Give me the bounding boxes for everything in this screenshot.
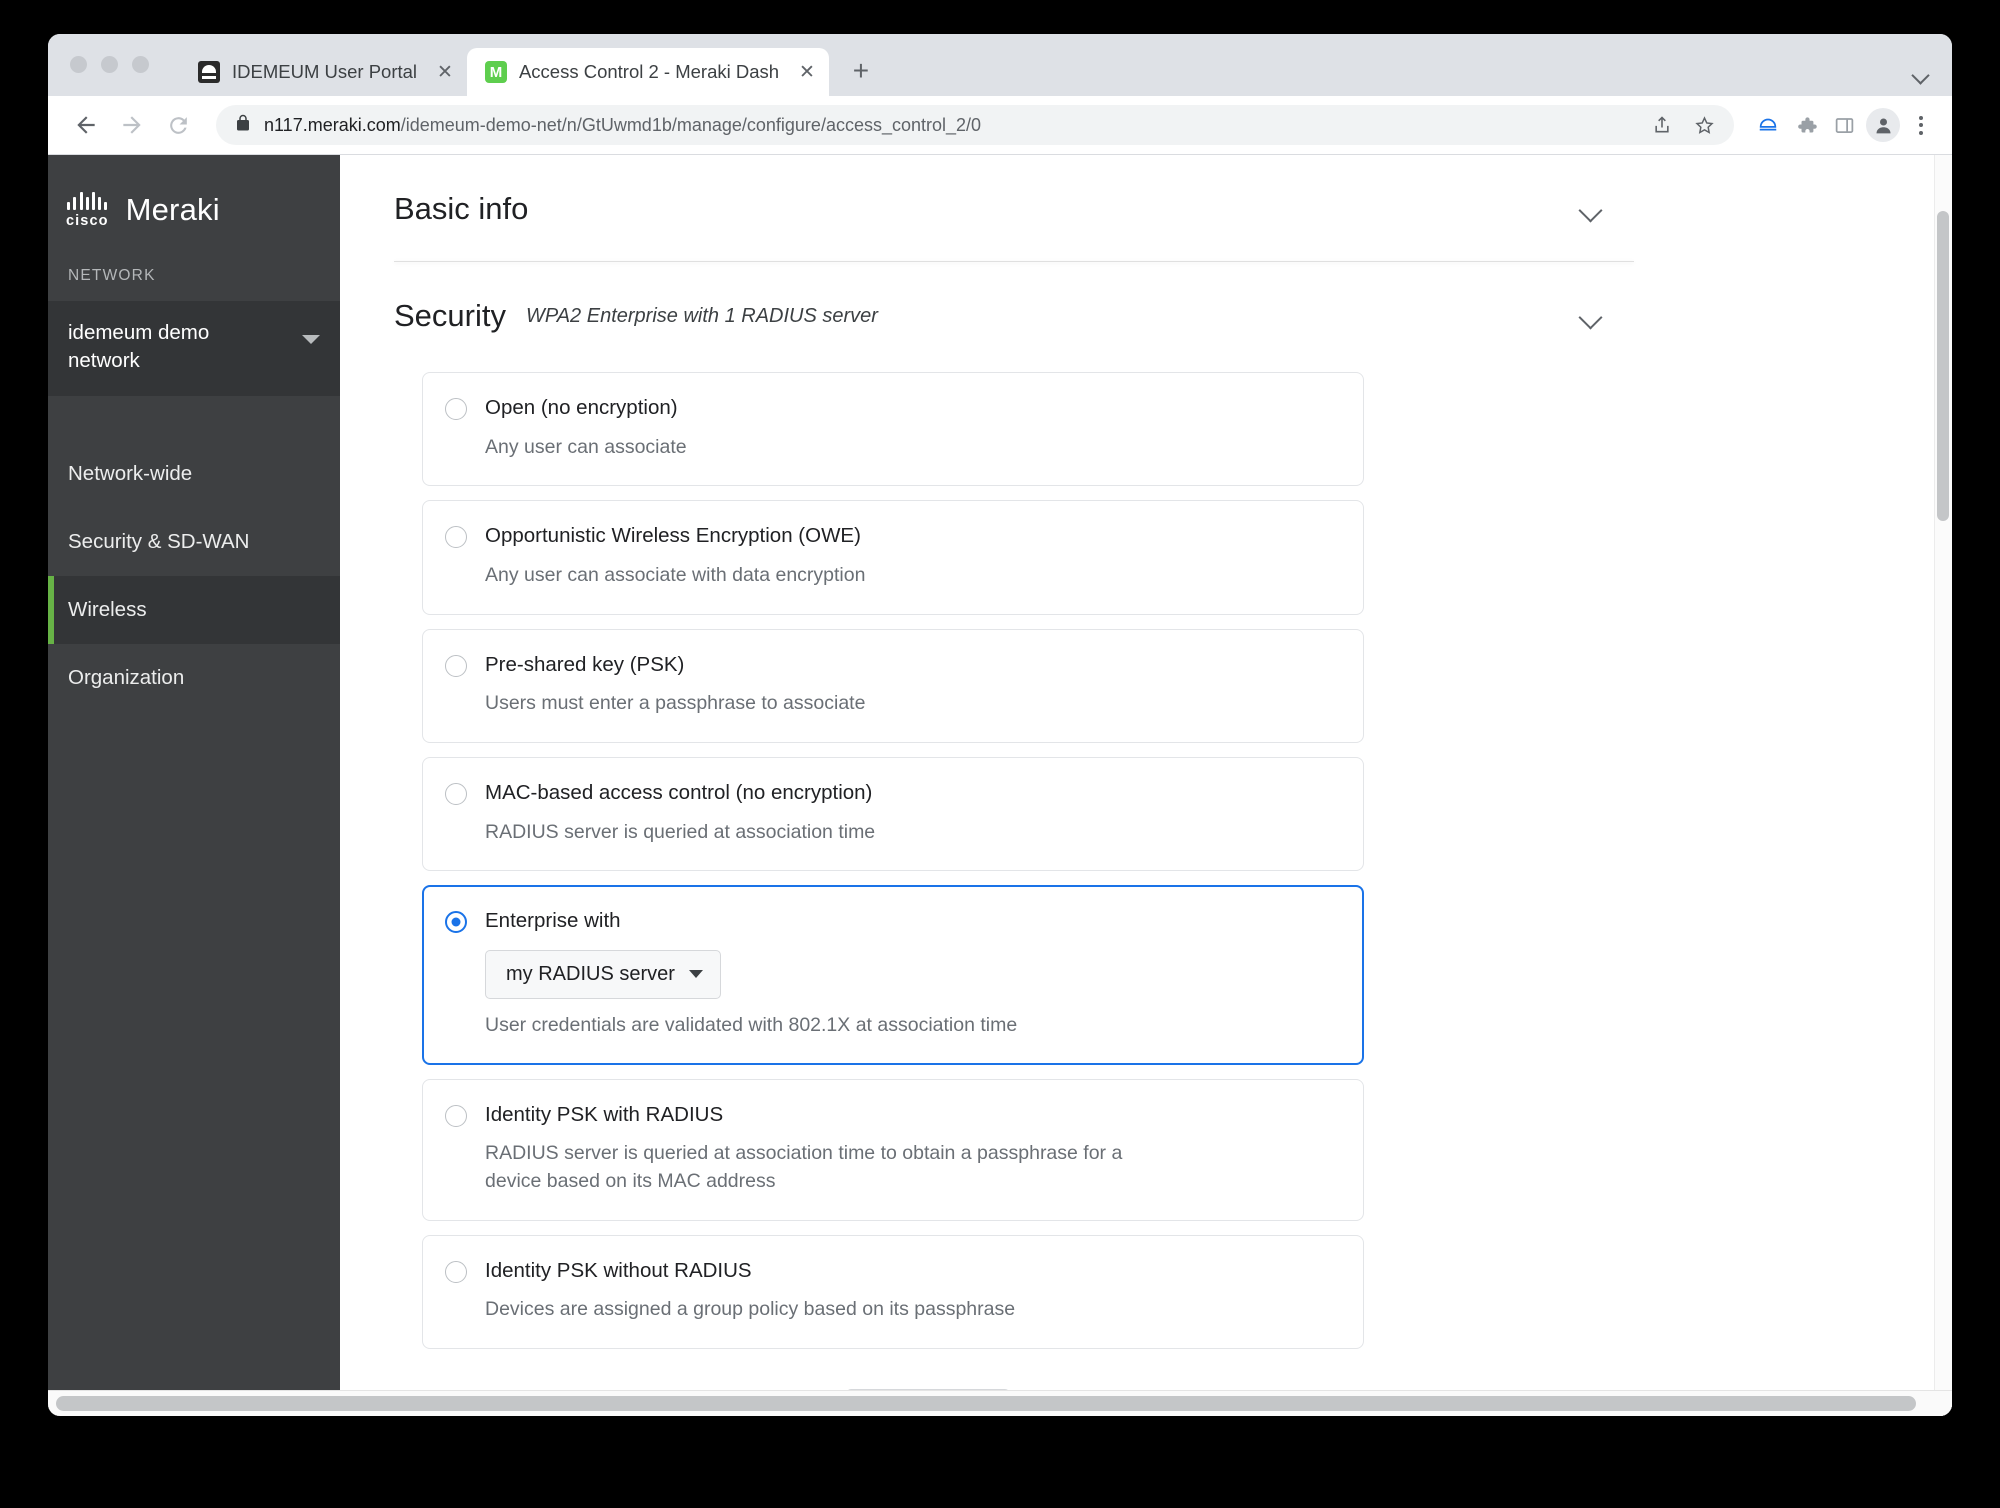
window-traffic-lights[interactable] (70, 56, 149, 73)
page-viewport: cisco Meraki NETWORK idemeum demo networ… (48, 154, 1952, 1416)
kebab-menu-icon[interactable] (1906, 115, 1936, 135)
chevron-down-icon[interactable] (1578, 196, 1604, 222)
close-icon[interactable]: ✕ (791, 63, 815, 82)
option-title: Identity PSK without RADIUS (485, 1258, 752, 1282)
option-description: Devices are assigned a group policy base… (485, 1298, 1016, 1321)
security-option-enterprise[interactable]: Enterprise with my RADIUS server User cr… (422, 885, 1364, 1065)
main-content: Basic info Security WPA2 Enterprise with… (340, 155, 1952, 1416)
radio-open[interactable] (445, 398, 467, 420)
cisco-logo-icon: cisco (66, 191, 109, 229)
security-option-owe[interactable]: Opportunistic Wireless Encryption (OWE) … (422, 500, 1364, 615)
puzzle-icon[interactable] (1790, 109, 1822, 141)
option-title: Opportunistic Wireless Encryption (OWE) (485, 524, 861, 548)
radio-psk[interactable] (445, 654, 467, 677)
minimize-window-button[interactable] (101, 56, 118, 73)
option-description: RADIUS server is queried at association … (485, 1142, 1123, 1192)
security-option-psk[interactable]: Pre-shared key (PSK) Users must enter a … (422, 628, 1364, 743)
reading-mode-icon[interactable] (1752, 109, 1784, 141)
share-icon[interactable] (1646, 109, 1678, 141)
cisco-wordmark: cisco (66, 213, 109, 229)
cisco-meraki-logo: cisco Meraki (48, 155, 340, 263)
network-name: idemeum demo network (68, 321, 210, 373)
section-title: Basic info (394, 191, 529, 226)
meraki-m-icon: M (484, 61, 507, 83)
option-title: MAC-based access control (no encryption) (485, 780, 873, 804)
radio-owe[interactable] (445, 526, 467, 549)
maximize-window-button[interactable] (132, 56, 149, 73)
horizontal-scrollbar[interactable] (48, 1390, 1952, 1416)
close-window-button[interactable] (70, 56, 87, 73)
section-title: Security (394, 298, 506, 333)
lock-icon (234, 114, 252, 137)
url-text: n117.meraki.com/idemeum-demo-net/n/GtUwm… (264, 115, 981, 136)
sidebar-nav: Network-wide Security & SD-WAN Wireless … (48, 440, 340, 712)
close-icon[interactable]: ✕ (429, 63, 453, 82)
new-tab-button[interactable]: + (839, 49, 883, 93)
vertical-scrollbar-thumb[interactable] (1937, 211, 1949, 521)
dropdown-value: my RADIUS server (506, 962, 675, 985)
security-option-mac-based[interactable]: MAC-based access control (no encryption)… (422, 756, 1364, 872)
tab-title: Access Control 2 - Meraki Dash (518, 61, 779, 82)
option-title: Pre-shared key (PSK) (485, 652, 685, 676)
radio-enterprise[interactable] (445, 911, 467, 934)
side-panel-icon[interactable] (1828, 109, 1860, 141)
option-title: Enterprise with (485, 909, 621, 933)
chevron-down-icon[interactable] (1910, 64, 1932, 86)
radio-mac-based[interactable] (445, 782, 467, 805)
profile-avatar-icon[interactable] (1866, 108, 1900, 142)
security-option-ipsk-without-radius[interactable]: Identity PSK without RADIUS Devices are … (422, 1234, 1364, 1349)
tab-list-area (1910, 64, 1952, 96)
option-description: Any user can associate with data encrypt… (485, 563, 866, 586)
idemeum-icon (198, 61, 220, 83)
network-section-label: NETWORK (68, 267, 156, 284)
forward-arrow-icon[interactable] (112, 105, 152, 145)
chevron-down-icon[interactable] (1578, 303, 1604, 329)
security-summary: WPA2 Enterprise with 1 RADIUS server (525, 304, 878, 327)
content-inner: Basic info Security WPA2 Enterprise with… (340, 155, 1900, 1416)
security-option-list: Open (no encryption) Any user can associ… (394, 368, 1364, 1349)
tab-title: IDEMEUM User Portal (232, 61, 418, 82)
option-description: Any user can associate (485, 435, 687, 458)
radio-ipsk-without-radius[interactable] (445, 1260, 467, 1283)
horizontal-scrollbar-thumb[interactable] (56, 1396, 1916, 1411)
back-arrow-icon[interactable] (66, 105, 106, 145)
omnibox-actions (1632, 109, 1720, 141)
url-path: /idemeum-demo-net/n/GtUwmd1b/manage/conf… (400, 114, 982, 135)
reload-icon[interactable] (158, 105, 198, 145)
security-header[interactable]: Security WPA2 Enterprise with 1 RADIUS s… (394, 262, 1634, 368)
meraki-sidebar: cisco Meraki NETWORK idemeum demo networ… (48, 155, 340, 1416)
browser-window: IDEMEUM User Portal ✕ M Access Control 2… (48, 34, 1952, 1416)
sidebar-item-security-sdwan[interactable]: Security & SD-WAN (48, 508, 340, 576)
address-bar[interactable]: n117.meraki.com/idemeum-demo-net/n/GtUwm… (216, 105, 1734, 145)
meraki-wordmark: Meraki (125, 192, 220, 227)
network-selector[interactable]: idemeum demo network (48, 301, 340, 396)
security-option-open[interactable]: Open (no encryption) Any user can associ… (422, 372, 1364, 487)
chevron-down-icon (688, 970, 703, 979)
security-option-ipsk-with-radius[interactable]: Identity PSK with RADIUS RADIUS server i… (422, 1078, 1364, 1221)
option-description: RADIUS server is queried at association … (485, 820, 876, 843)
radio-ipsk-with-radius[interactable] (445, 1104, 467, 1127)
tab-strip: IDEMEUM User Portal ✕ M Access Control 2… (48, 34, 1952, 96)
star-icon[interactable] (1688, 109, 1720, 141)
browser-toolbar: n117.meraki.com/idemeum-demo-net/n/GtUwm… (48, 96, 1952, 154)
tab-access-control-2[interactable]: M Access Control 2 - Meraki Dash ✕ (466, 48, 829, 96)
option-description: Users must enter a passphrase to associa… (485, 692, 866, 715)
tab-idemeum-user-portal[interactable]: IDEMEUM User Portal ✕ (180, 48, 467, 96)
basic-info-header[interactable]: Basic info (394, 155, 1634, 261)
option-description: User credentials are validated with 802.… (485, 1013, 1018, 1036)
sidebar-item-organization[interactable]: Organization (48, 644, 340, 712)
chevron-down-icon[interactable] (302, 335, 320, 344)
radius-server-dropdown[interactable]: my RADIUS server (485, 949, 721, 999)
sidebar-item-network-wide[interactable]: Network-wide (48, 440, 340, 508)
option-title: Identity PSK with RADIUS (485, 1102, 724, 1126)
option-title: Open (no encryption) (485, 396, 678, 419)
sidebar-item-wireless[interactable]: Wireless (48, 575, 340, 644)
url-domain: n117.meraki.com (264, 114, 401, 135)
